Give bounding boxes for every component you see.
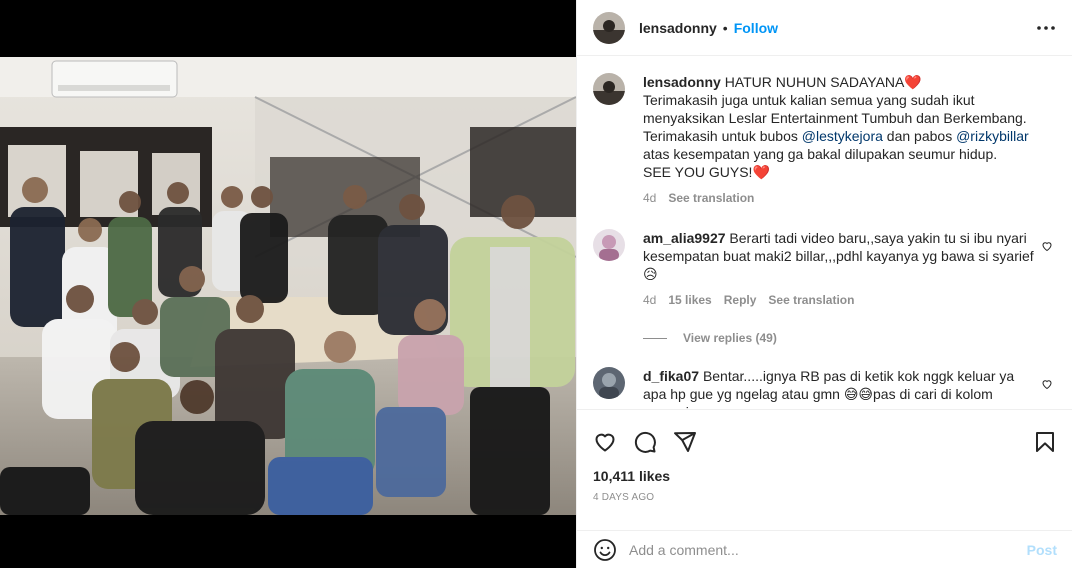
caption-meta: 4d See translation	[643, 189, 1057, 207]
see-translation-button[interactable]: See translation	[668, 189, 754, 207]
separator-dot: •	[722, 19, 728, 36]
bookmark-save-icon[interactable]	[1033, 430, 1057, 454]
add-comment-input[interactable]	[629, 541, 1027, 558]
avatar[interactable]	[593, 229, 625, 261]
post-header: lensadonny • Follow	[577, 0, 1072, 56]
view-replies-button[interactable]: View replies (49)	[643, 331, 1057, 345]
see-translation-button[interactable]: See translation	[768, 291, 854, 309]
comments-list[interactable]: lensadonny HATUR NUHUN SADAYANA❤️ Terima…	[577, 57, 1072, 409]
comment-username[interactable]: d_fika07	[643, 368, 699, 384]
more-options-icon[interactable]	[1036, 18, 1056, 41]
action-icons	[577, 410, 1072, 462]
comment-emoji: 😥	[643, 266, 658, 282]
caption: lensadonny HATUR NUHUN SADAYANA❤️ Terima…	[593, 73, 1057, 207]
red-heart-icon: ❤️	[752, 164, 770, 180]
like-comment-heart-icon[interactable]	[1041, 377, 1053, 393]
avatar[interactable]	[593, 73, 625, 105]
like-comment-heart-icon[interactable]	[1041, 239, 1053, 255]
caption-line2: Terimakasih juga untuk kalian semua yang…	[643, 92, 1027, 126]
group-photo-image	[0, 57, 576, 515]
likes-count[interactable]: 10,411 likes	[577, 462, 1072, 484]
post-author-username[interactable]: lensadonny	[639, 20, 717, 36]
caption-line5: SEE YOU GUYS!	[643, 164, 753, 180]
caption-line3-pre: Terimakasih untuk bubos	[643, 128, 798, 144]
add-comment-bar: Post	[577, 530, 1072, 568]
post-photo[interactable]	[0, 57, 576, 515]
post-media	[0, 0, 576, 568]
post-date[interactable]: 4 DAYS AGO	[577, 484, 1072, 503]
avatar[interactable]	[593, 11, 625, 44]
post-details-panel: lensadonny • Follow lensadonny HATUR NUH…	[576, 0, 1072, 568]
caption-line1: HATUR NUHUN SADAYANA	[724, 74, 905, 90]
comment-meta: 4d 15 likes Reply See translation	[643, 291, 1035, 309]
mention-lestykejora[interactable]: @lestykejora	[802, 128, 883, 144]
comment-text: Bentar.....ignya RB pas di ketik kok ngg…	[643, 368, 1015, 409]
comment-username[interactable]: am_alia9927	[643, 230, 726, 246]
reply-button[interactable]: Reply	[724, 291, 757, 309]
emoji-smile-icon[interactable]	[593, 538, 617, 562]
comment-age: 4d	[643, 293, 657, 307]
red-heart-icon: ❤️	[904, 74, 922, 90]
caption-line4: atas kesempatan yang ga bakal dilupakan …	[643, 146, 998, 162]
caption-username[interactable]: lensadonny	[643, 74, 721, 90]
comment-bubble-icon[interactable]	[633, 430, 657, 454]
post-dialog: lensadonny • Follow lensadonny HATUR NUH…	[0, 0, 1072, 568]
comment-item: am_alia9927 Berarti tadi video baru,,say…	[593, 229, 1057, 309]
comment-body: d_fika07 Bentar.....ignya RB pas di keti…	[643, 367, 1057, 409]
mention-rizkybillar[interactable]: @rizkybillar	[956, 128, 1029, 144]
caption-line3-mid: dan pabos	[886, 128, 953, 144]
post-comment-button[interactable]: Post	[1027, 542, 1057, 558]
follow-button[interactable]: Follow	[734, 20, 778, 36]
like-heart-icon[interactable]	[593, 430, 617, 454]
post-actions: 10,411 likes 4 DAYS AGO	[577, 409, 1072, 537]
view-replies-label: View replies (49)	[683, 331, 777, 345]
comment-item: d_fika07 Bentar.....ignya RB pas di keti…	[593, 367, 1057, 409]
replies-divider-line	[643, 337, 667, 339]
share-paper-plane-icon[interactable]	[673, 430, 697, 454]
caption-age: 4d	[643, 191, 657, 205]
caption-text: lensadonny HATUR NUHUN SADAYANA❤️ Terima…	[643, 73, 1057, 207]
avatar-image	[593, 11, 625, 44]
comment-likes[interactable]: 15 likes	[668, 291, 711, 309]
comment-body: am_alia9927 Berarti tadi video baru,,say…	[643, 229, 1057, 309]
avatar[interactable]	[593, 367, 625, 399]
